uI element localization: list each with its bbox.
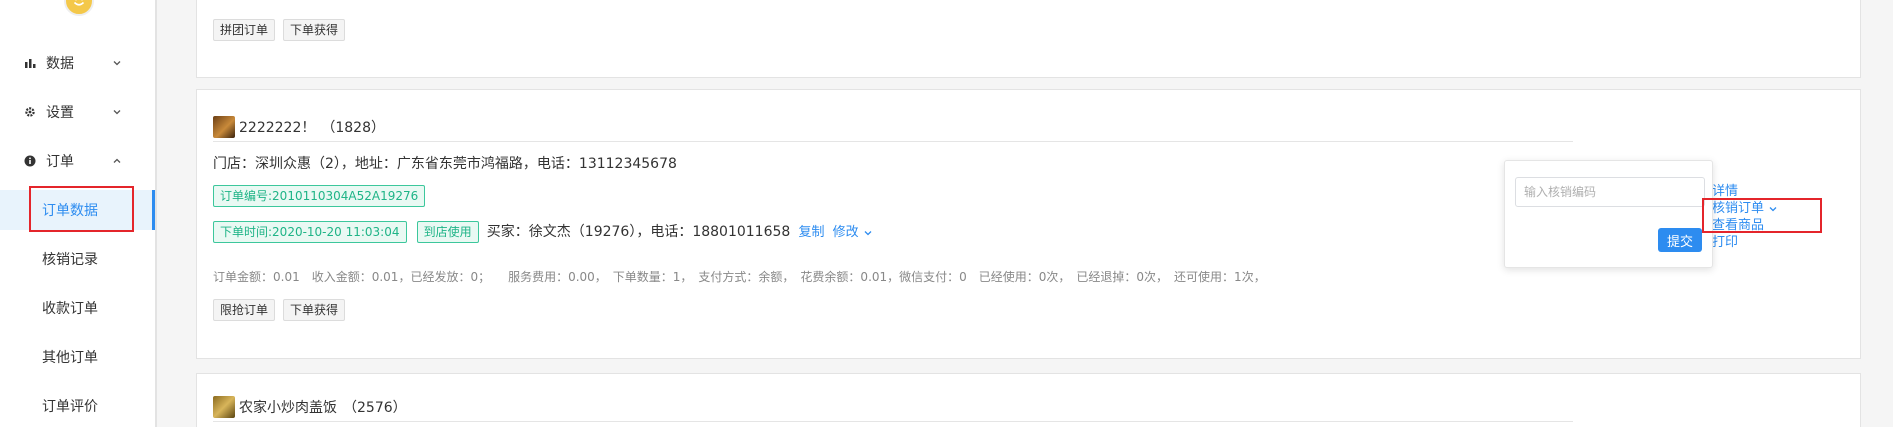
shop-id: （2576）: [343, 400, 407, 416]
buyer-info: 买家：徐文杰（19276），电话：18801011658: [486, 224, 791, 240]
info-circle-icon: [24, 155, 36, 167]
chevron-down-icon[interactable]: [863, 228, 873, 238]
print-link[interactable]: 打印: [1712, 234, 1778, 251]
gear-icon: [24, 106, 36, 118]
copy-link[interactable]: 复制: [798, 225, 824, 240]
chevron-up-icon: [113, 158, 121, 163]
order-summary: 订单金额：0.01 收入金额：0.01，已经发放：0； 服务费用：0.00， 下…: [213, 270, 1266, 284]
sidebar-item-other-orders[interactable]: 其他订单: [0, 337, 155, 377]
sidebar-group-settings[interactable]: 设置: [0, 92, 155, 132]
verify-popover: 提交: [1504, 160, 1713, 268]
divider: [213, 141, 1573, 142]
sidebar-item-payment-orders[interactable]: 收款订单: [0, 288, 155, 328]
order-tag[interactable]: 限抢订单: [213, 299, 276, 321]
shop-thumbnail: [213, 396, 235, 418]
order-tag[interactable]: 拼团订单: [213, 19, 276, 41]
store-info: 门店：深圳众惠（2），地址：广东省东莞市鸿福路，电话：13112345678: [213, 156, 677, 172]
highlight-box: [1702, 198, 1822, 233]
chevron-down-icon: [113, 61, 121, 66]
sidebar-item-order-reviews[interactable]: 订单评价: [0, 386, 155, 426]
avatar[interactable]: [64, 0, 94, 16]
shop-thumbnail: [213, 116, 235, 138]
sidebar-group-orders[interactable]: 订单: [0, 141, 155, 181]
smiley-icon: [73, 0, 85, 6]
order-card-prev: 拼团订单 下单获得: [196, 0, 1861, 78]
shop-name: 2222222！: [239, 120, 316, 136]
divider: [213, 421, 1573, 422]
highlight-box: [29, 186, 134, 232]
bar-chart-icon: [24, 57, 36, 69]
edit-link[interactable]: 修改: [833, 225, 859, 240]
sidebar-item-verify-records[interactable]: 核销记录: [0, 239, 155, 279]
use-type-badge: 到店使用: [416, 221, 479, 243]
sidebar-group-label: 设置: [46, 105, 74, 121]
verify-code-input[interactable]: [1515, 177, 1705, 207]
sidebar-group-label: 数据: [46, 56, 74, 72]
shop-id: （1828）: [321, 120, 385, 136]
order-tag[interactable]: 下单获得: [283, 299, 346, 321]
submit-button[interactable]: 提交: [1658, 228, 1702, 252]
order-tag[interactable]: 下单获得: [283, 19, 346, 41]
order-time-badge: 下单时间:2020-10-20 11:03:04: [213, 221, 407, 243]
order-number-badge: 订单编号:2010110304A52A19276: [213, 185, 426, 207]
chevron-down-icon: [113, 110, 121, 115]
sidebar-group-label: 订单: [46, 154, 74, 170]
shop-name: 农家小炒肉盖饭: [239, 400, 337, 416]
sidebar-group-data[interactable]: 数据: [0, 43, 155, 83]
order-card-next: 农家小炒肉盖饭 （2576）: [196, 373, 1861, 427]
